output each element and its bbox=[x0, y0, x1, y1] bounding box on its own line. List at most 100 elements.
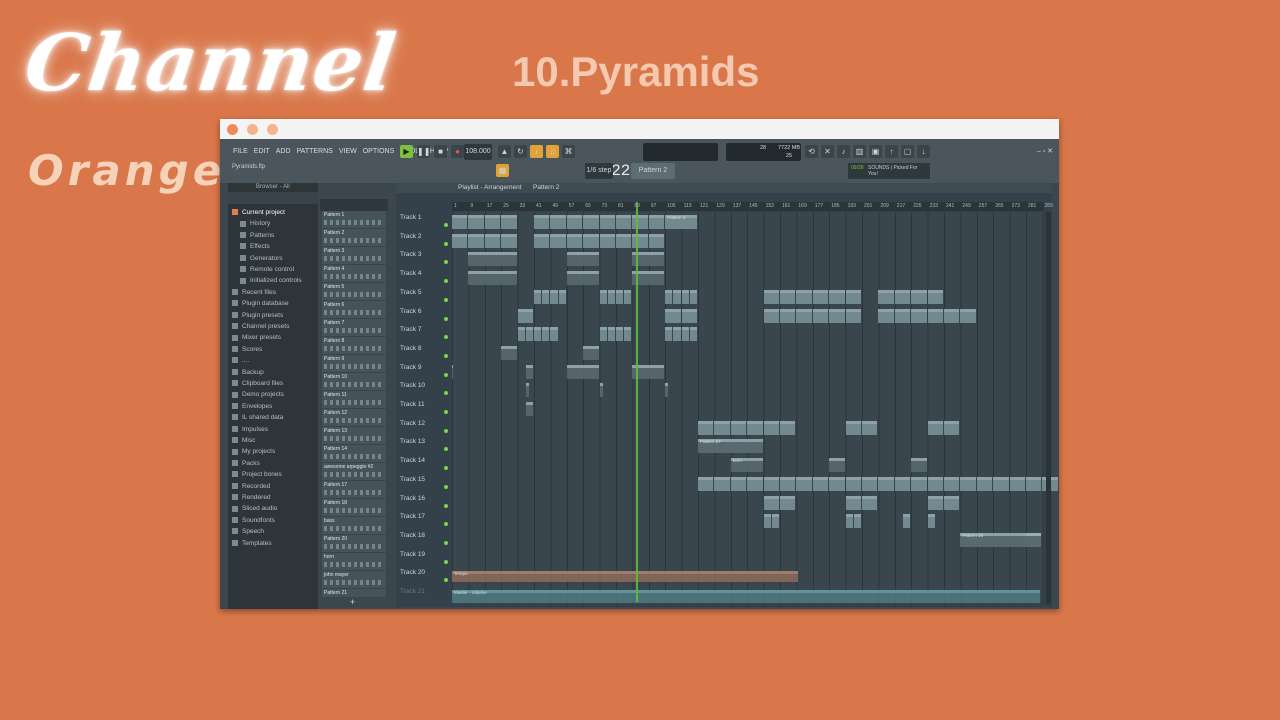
playlist-clip[interactable] bbox=[624, 327, 632, 342]
pattern-item[interactable]: Pattern 11 bbox=[322, 391, 386, 408]
play-button[interactable]: ▶ bbox=[400, 145, 413, 158]
pattern-item[interactable]: Pattern 9 bbox=[322, 355, 386, 372]
save-icon[interactable]: ▣ bbox=[869, 145, 882, 158]
track-header[interactable]: Track 17 bbox=[398, 511, 448, 529]
browser-item[interactable]: Packs bbox=[228, 458, 260, 469]
playlist-clip[interactable] bbox=[747, 420, 763, 435]
playlist-clip[interactable] bbox=[648, 233, 665, 248]
add-channel-icon[interactable]: + bbox=[350, 597, 355, 607]
playlist-clip[interactable] bbox=[862, 495, 878, 510]
track-header[interactable]: Track 1 bbox=[398, 212, 448, 230]
playlist-clip[interactable] bbox=[829, 308, 845, 323]
track-header[interactable]: Track 19 bbox=[398, 549, 448, 567]
track-mute-led[interactable] bbox=[444, 223, 448, 227]
playlist-scrollbar[interactable] bbox=[1046, 212, 1051, 604]
playlist-clip[interactable] bbox=[911, 476, 927, 491]
track-header[interactable]: Track 12 bbox=[398, 418, 448, 436]
track-mute-led[interactable] bbox=[444, 484, 448, 489]
playlist-clip[interactable] bbox=[927, 495, 943, 510]
track-mute-led[interactable] bbox=[444, 353, 448, 358]
playlist-clip[interactable] bbox=[747, 476, 763, 491]
pattern-selector[interactable]: Pattern 2 bbox=[631, 163, 675, 179]
playlist-clip[interactable] bbox=[566, 215, 583, 229]
browser-item[interactable]: Demo projects bbox=[228, 389, 284, 400]
track-mute-led[interactable] bbox=[444, 447, 448, 452]
playlist-clip[interactable] bbox=[566, 271, 599, 286]
pattern-item[interactable]: horn bbox=[322, 553, 386, 570]
playlist-clip[interactable] bbox=[903, 514, 911, 529]
browser-item[interactable]: Scores bbox=[228, 344, 262, 355]
browser-item[interactable]: Current project bbox=[228, 207, 285, 218]
track-header[interactable]: Track 2 bbox=[398, 231, 448, 249]
playlist-clip[interactable] bbox=[845, 476, 861, 491]
track-mute-led[interactable] bbox=[444, 428, 448, 433]
playlist-clip[interactable] bbox=[780, 495, 796, 510]
track-header[interactable]: Track 13 bbox=[398, 436, 448, 454]
playlist-clip[interactable] bbox=[542, 327, 550, 342]
pattern-item[interactable]: Pattern 14 bbox=[322, 445, 386, 462]
playlist-clip[interactable] bbox=[501, 345, 517, 360]
browser-item[interactable]: Recorded bbox=[228, 481, 270, 492]
playlist-clip[interactable] bbox=[878, 476, 894, 491]
playlist-clip[interactable] bbox=[780, 308, 796, 323]
playlist-clip[interactable] bbox=[599, 383, 603, 398]
playlist-clip[interactable] bbox=[845, 495, 861, 510]
playlist-clip[interactable] bbox=[468, 215, 484, 229]
tempo-automation-clip[interactable]: Tempo bbox=[452, 571, 798, 582]
playlist-clip[interactable] bbox=[944, 308, 960, 323]
track-mute-led[interactable] bbox=[444, 241, 448, 246]
playlist-clip[interactable] bbox=[525, 402, 533, 416]
playlist-clip[interactable] bbox=[566, 233, 583, 248]
pattern-item[interactable]: Pattern 7 bbox=[322, 319, 386, 336]
playlist-clip[interactable] bbox=[501, 233, 517, 248]
playlist-clip[interactable] bbox=[632, 215, 648, 229]
pause-button[interactable]: ❚❚ bbox=[417, 145, 430, 158]
playlist-clip[interactable] bbox=[681, 289, 689, 304]
playlist-clip[interactable] bbox=[550, 215, 566, 229]
playlist-clip[interactable] bbox=[452, 364, 454, 379]
playlist-clip[interactable] bbox=[616, 233, 632, 248]
pattern-mode-icon[interactable]: ♪ bbox=[530, 145, 543, 158]
playlist-clip[interactable] bbox=[853, 514, 861, 529]
playlist-clip[interactable] bbox=[624, 289, 632, 304]
browser-item[interactable]: Generators bbox=[228, 253, 283, 264]
menu-item-view[interactable]: VIEW bbox=[338, 147, 358, 156]
playlist-clip[interactable] bbox=[665, 383, 669, 398]
track-header[interactable]: Track 3 bbox=[398, 249, 448, 267]
playlist-clip[interactable] bbox=[763, 420, 779, 435]
track-header[interactable]: Track 9 bbox=[398, 362, 448, 380]
playlist-clip[interactable] bbox=[894, 308, 911, 323]
pattern-item[interactable]: Pattern 18 bbox=[322, 499, 386, 516]
playlist-clip[interactable] bbox=[550, 289, 558, 304]
metronome-icon[interactable]: ▲ bbox=[498, 145, 511, 158]
menu-item-edit[interactable]: EDIT bbox=[253, 147, 271, 156]
playlist-clip[interactable] bbox=[550, 327, 558, 342]
track-mute-led[interactable] bbox=[444, 297, 448, 302]
playlist-clip[interactable] bbox=[566, 364, 599, 379]
playlist-clip[interactable] bbox=[944, 495, 960, 510]
playlist-clip[interactable] bbox=[927, 420, 943, 435]
playlist-clip[interactable] bbox=[911, 289, 927, 304]
playlist-clip[interactable] bbox=[796, 289, 812, 304]
snap-select[interactable]: 1/6 step bbox=[585, 163, 613, 179]
track-mute-led[interactable] bbox=[444, 466, 448, 471]
playlist-clip[interactable] bbox=[845, 420, 861, 435]
playlist-clip[interactable] bbox=[911, 308, 927, 323]
pattern-item[interactable]: bass bbox=[322, 517, 386, 534]
track-mute-led[interactable] bbox=[444, 391, 448, 396]
playlist-clip[interactable] bbox=[550, 233, 566, 248]
pattern-item[interactable]: Pattern 21 bbox=[322, 589, 386, 597]
playlist-clip[interactable] bbox=[452, 215, 468, 229]
pattern-item[interactable]: Pattern 17 bbox=[322, 481, 386, 498]
tempo-display[interactable]: 108.000 bbox=[464, 144, 492, 160]
pattern-item[interactable]: john mayer bbox=[322, 571, 386, 588]
playlist-clip[interactable] bbox=[771, 514, 779, 529]
playlist-clip[interactable] bbox=[763, 495, 779, 510]
pattern-item[interactable]: Pattern 13 bbox=[322, 427, 386, 444]
pattern-item[interactable]: Pattern 2 bbox=[322, 229, 386, 246]
playlist-clip[interactable] bbox=[517, 327, 525, 342]
browser-item[interactable]: Project bones bbox=[228, 469, 282, 480]
playlist-clip[interactable] bbox=[780, 289, 796, 304]
browser-item[interactable]: Recent files bbox=[228, 287, 276, 298]
browser-item[interactable]: Templates bbox=[228, 538, 272, 549]
